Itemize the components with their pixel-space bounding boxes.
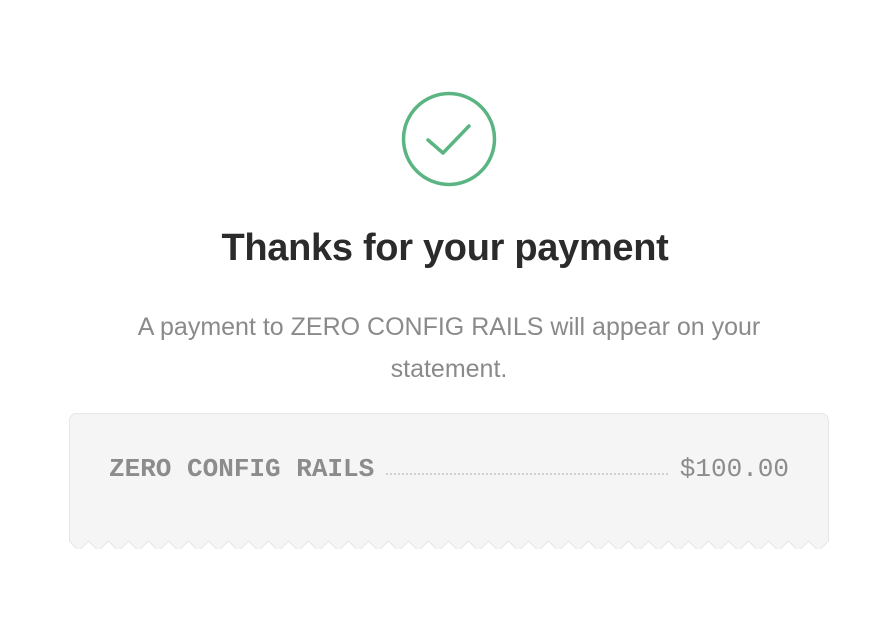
check-circle-icon [401,91,497,187]
confirmation-message: A payment to ZERO CONFIG RAILS will appe… [137,313,761,383]
line-item-amount: $100.00 [679,454,789,484]
receipt-card: ZERO CONFIG RAILS $100.00 [69,413,829,549]
line-item-name: ZERO CONFIG RAILS [109,454,375,484]
page-title: Thanks for your payment [221,227,669,269]
receipt-line-item: ZERO CONFIG RAILS $100.00 [109,451,789,487]
dotted-leader [386,473,668,475]
